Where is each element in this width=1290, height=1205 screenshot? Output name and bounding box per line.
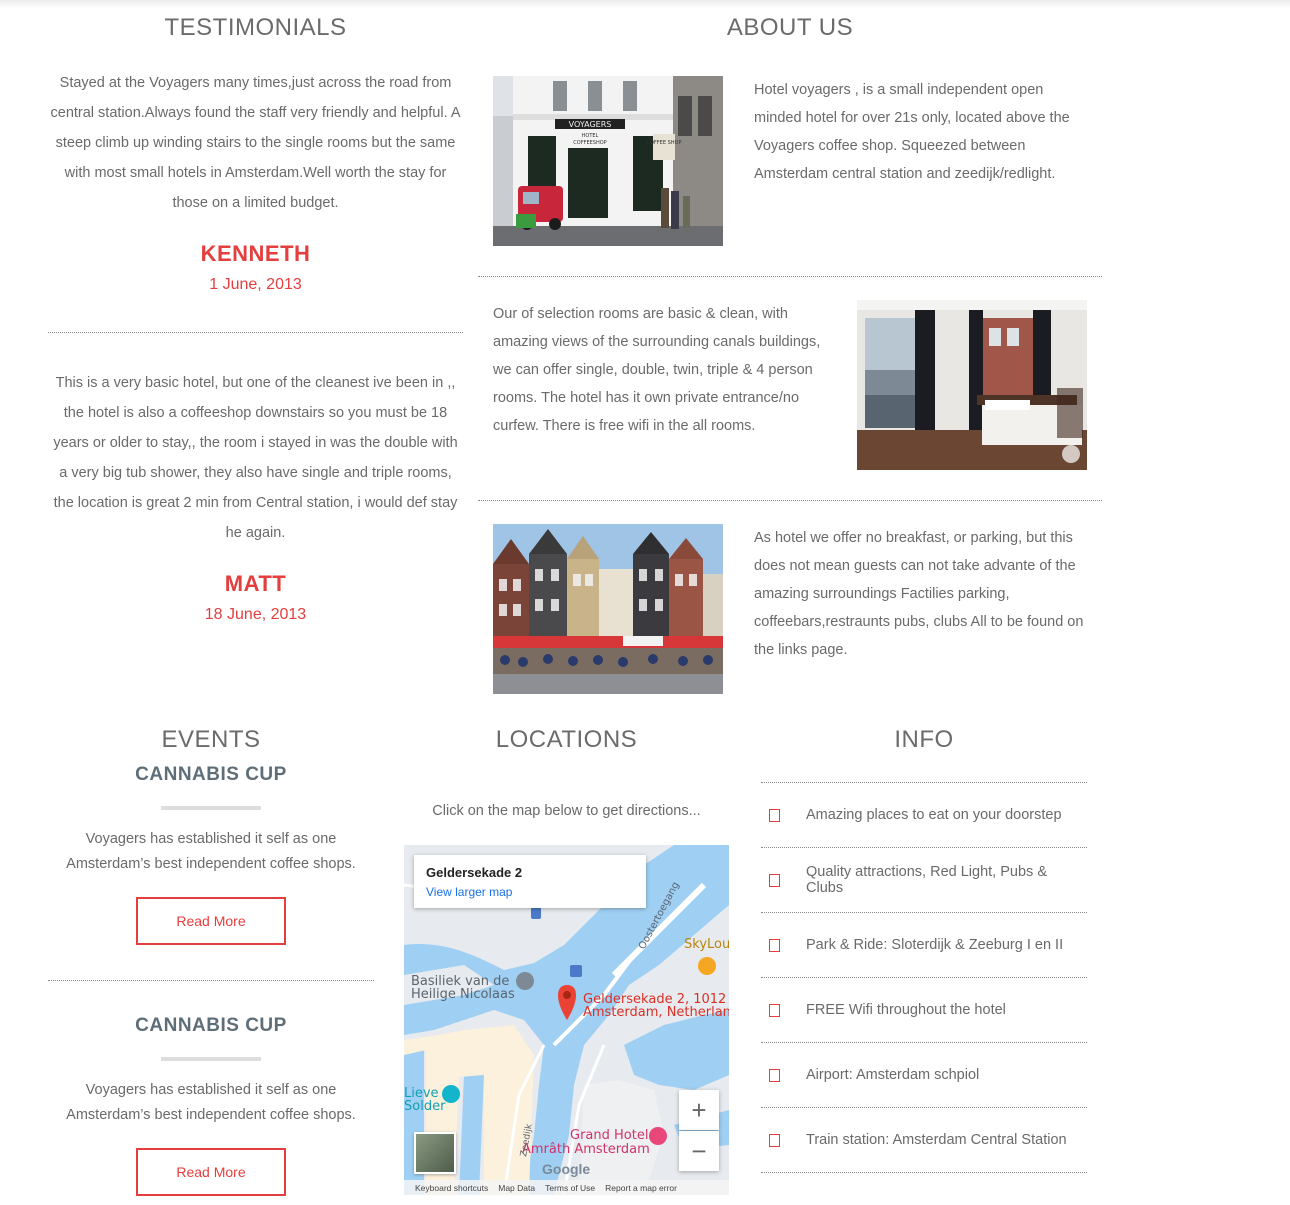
terms-link[interactable]: Terms of Use — [545, 1183, 595, 1193]
keyboard-shortcuts-link[interactable]: Keyboard shortcuts — [415, 1183, 488, 1193]
satellite-toggle[interactable] — [414, 1132, 456, 1174]
info-item-label: Quality attractions, Red Light, Pubs & C… — [806, 864, 1047, 896]
events-title: EVENTS — [161, 726, 261, 753]
info-item-label: Train station: Amsterdam Central Station — [806, 1132, 1067, 1148]
bullet-icon — [769, 808, 780, 822]
google-logo: Google — [542, 1161, 591, 1177]
info-item: Train station: Amsterdam Central Station — [761, 1108, 1087, 1173]
info-item-label: Park & Ride: Sloterdijk & Zeeburg I en I… — [806, 937, 1064, 953]
about-text: Hotel voyagers , is a small independent … — [754, 82, 1070, 182]
sign-voyagers: VOYAGERS — [569, 120, 612, 129]
poi-grand-hotel-label: Amrâth Amsterdam — [522, 1142, 650, 1157]
event-title: CANNABIS CUP — [135, 764, 287, 785]
hotel-exterior-photo: VOYAGERS HOTEL COFFEESHOP COFFEE SHOP — [493, 76, 723, 246]
info-item: Quality attractions, Red Light, Pubs & C… — [761, 848, 1087, 913]
locations-title: LOCATIONS — [495, 726, 638, 753]
zoom-out-button[interactable]: − — [679, 1131, 719, 1171]
testimonial-author: MATT — [224, 571, 287, 596]
testimonial-author: KENNETH — [200, 241, 311, 266]
hotel-room-photo — [857, 300, 1087, 470]
bullet-icon — [769, 873, 780, 887]
sign-coffeeshop: COFFEESHOP — [573, 140, 606, 146]
map-instructions: Click on the map below to get directions… — [432, 803, 701, 819]
event-title-underline — [161, 806, 261, 810]
read-more-button[interactable]: Read More — [136, 1148, 286, 1196]
about-text: As hotel we offer no breakfast, or parki… — [754, 530, 1084, 658]
bullet-icon — [769, 1068, 780, 1082]
info-list: Amazing places to eat on your doorstep Q… — [761, 782, 1087, 1173]
event-title-underline — [161, 1057, 261, 1061]
event-description: Voyagers has established it self as one … — [66, 831, 356, 872]
info-item: FREE Wifi throughout the hotel — [761, 978, 1087, 1043]
canal-houses-photo — [493, 524, 723, 694]
read-more-button[interactable]: Read More — [136, 897, 286, 945]
view-larger-map-link[interactable]: View larger map — [426, 885, 512, 899]
info-item-label: Airport: Amsterdam schpiol — [806, 1067, 980, 1083]
info-item-label: Amazing places to eat on your doorstep — [806, 807, 1062, 823]
divider — [48, 332, 463, 333]
divider — [478, 500, 1102, 501]
info-item: Park & Ride: Sloterdijk & Zeeburg I en I… — [761, 913, 1087, 978]
satellite-thumbnail-icon — [416, 1134, 454, 1172]
bullet-icon — [769, 938, 780, 952]
poi-lieve-label: Solder — [404, 1099, 446, 1114]
poi-grand-hotel-label: Grand Hotel — [570, 1128, 648, 1143]
testimonial-date: 1 June, 2013 — [209, 276, 302, 293]
about-title: ABOUT US — [726, 14, 854, 41]
report-error-link[interactable]: Report a map error — [605, 1183, 677, 1193]
sign-hotel: HOTEL — [582, 133, 599, 139]
sign-coffee-shop: COFFEE SHOP — [647, 140, 682, 146]
map-data-link[interactable]: Map Data — [498, 1183, 535, 1193]
event-title: CANNABIS CUP — [135, 1015, 287, 1036]
poi-basiliek-label: Heilige Nicolaas — [411, 987, 515, 1002]
info-item: Amazing places to eat on your doorstep — [761, 783, 1087, 848]
bullet-icon — [769, 1003, 780, 1017]
info-title: INFO — [894, 726, 954, 753]
testimonial-text: Stayed at the Voyagers many times,just a… — [50, 75, 461, 211]
info-item: Airport: Amsterdam schpiol — [761, 1043, 1087, 1108]
google-map[interactable]: Basiliek van de Heilige Nicolaas Gelders… — [404, 845, 729, 1195]
testimonials-title: TESTIMONIALS — [164, 14, 347, 41]
testimonial-text: This is a very basic hotel, but one of t… — [53, 375, 458, 541]
bullet-icon — [769, 1133, 780, 1147]
divider — [478, 276, 1102, 277]
marker-address-label: Amsterdam, Netherland — [583, 1005, 729, 1020]
map-footer: Keyboard shortcuts Map Data Terms of Use… — [404, 1180, 729, 1195]
zoom-in-button[interactable]: + — [679, 1090, 719, 1130]
event-description: Voyagers has established it self as one … — [66, 1082, 356, 1123]
top-shadow — [0, 0, 1290, 8]
info-item-label: FREE Wifi throughout the hotel — [806, 1002, 1006, 1018]
about-text: Our of selection rooms are basic & clean… — [493, 306, 821, 434]
map-place-card: Geldersekade 2 View larger map — [414, 855, 646, 908]
poi-skylounge-label: SkyLou — [684, 937, 729, 952]
testimonial-date: 18 June, 2013 — [204, 606, 307, 623]
divider — [48, 980, 374, 981]
map-place-title: Geldersekade 2 — [426, 865, 523, 880]
